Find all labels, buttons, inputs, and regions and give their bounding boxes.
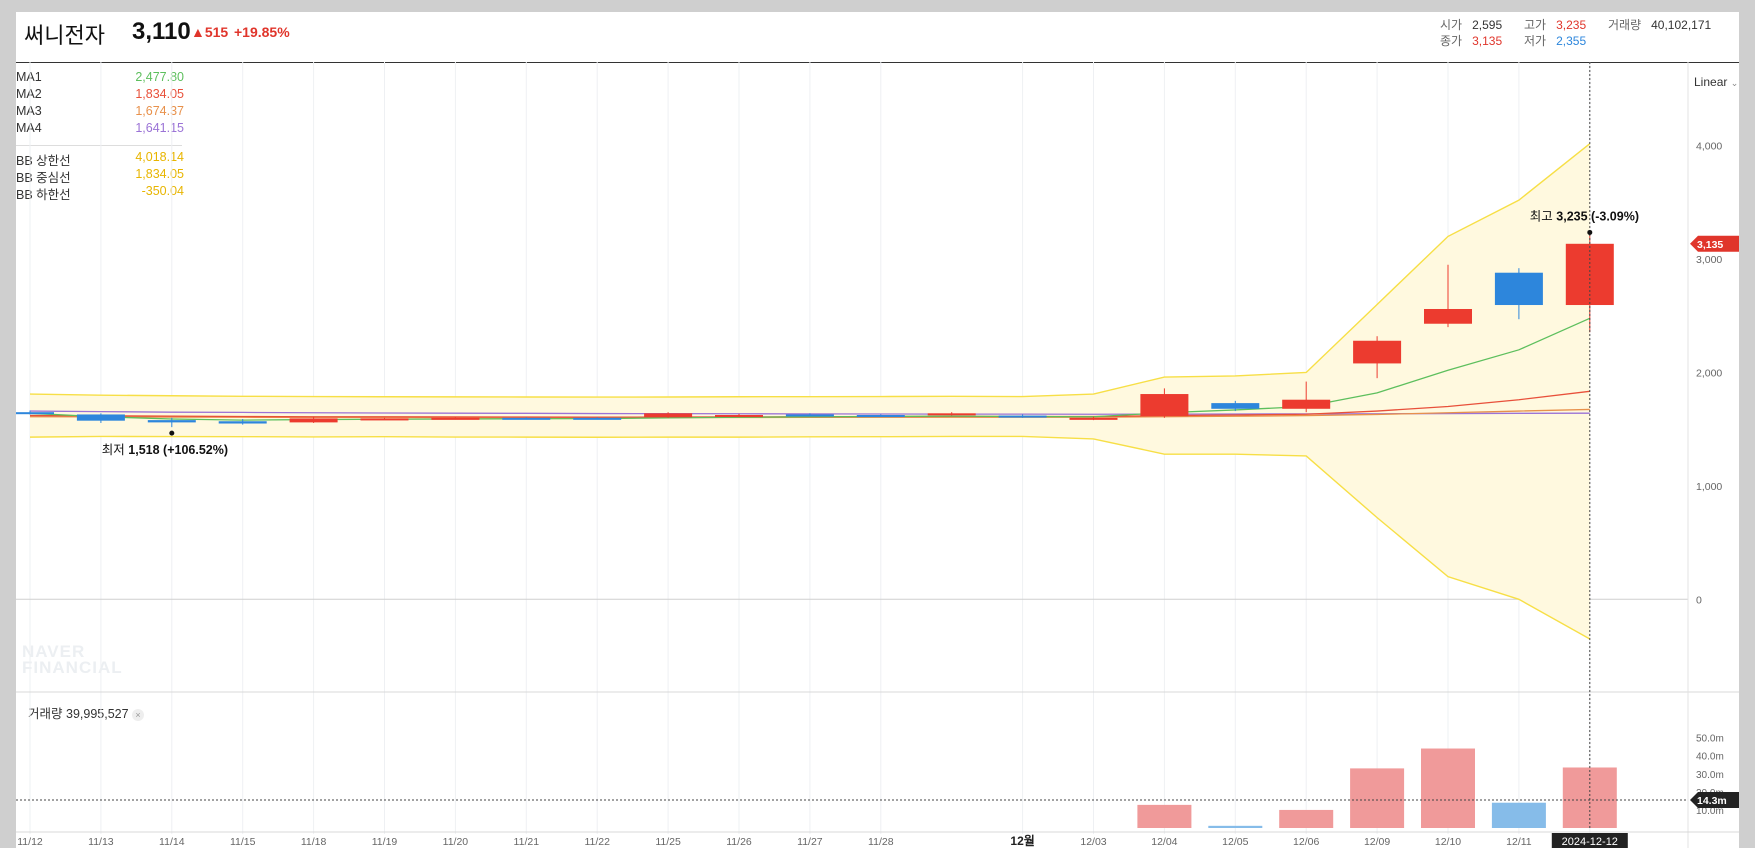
x-tick-label: 11/12 [17, 836, 43, 848]
candle-body [16, 412, 54, 415]
volume-bar [1491, 802, 1546, 828]
x-tick-label: 11/22 [584, 836, 610, 848]
x-tick-label: 2024-12-12 [1562, 836, 1618, 848]
candle-body [785, 414, 834, 417]
y-tick-label: 0 [1696, 594, 1702, 606]
candle-body [1069, 417, 1118, 420]
low-annotation-label: 최저 [102, 443, 125, 457]
x-tick-label: 12/06 [1293, 836, 1319, 848]
candle-body [1494, 272, 1543, 306]
volume-bar [1137, 804, 1192, 828]
low-marker [169, 430, 175, 436]
price-chart: 최고 3,235 (-3.09%) 최저 1,518 (+106.52%) 0 1,0… [16, 62, 1739, 848]
x-tick-label: 11/20 [443, 836, 469, 848]
candle-body [998, 415, 1047, 418]
candle-body [1211, 403, 1260, 409]
y-tick-label: 4,000 [1696, 141, 1722, 153]
x-tick-label: 11/18 [301, 836, 327, 848]
chart-frame: 써니전자 3,110 ▲515 +19.85% 시가 2,595 고가 3,235 … [16, 12, 1739, 848]
x-tick-label: 11/19 [372, 836, 398, 848]
x-tick-label: 12월 [1010, 833, 1034, 848]
x-tick-label: 11/25 [655, 836, 681, 848]
low-annotation: 최저 1,518 (+106.52%) [102, 443, 228, 457]
x-tick-label: 12/04 [1151, 836, 1177, 848]
candle-body [1140, 394, 1189, 417]
y-tick-label: 3,000 [1696, 254, 1722, 266]
candle-body [573, 417, 622, 420]
low-annotation-value: 1,518 [125, 443, 160, 457]
last-price-tag: 3,135 [1697, 239, 1723, 251]
candle-body [289, 418, 338, 423]
x-tick-label: 11/28 [868, 836, 894, 848]
x-tick-label: 11/15 [230, 836, 256, 848]
high-annotation-label: 최고 [1530, 209, 1553, 223]
x-tick-label: 11/26 [726, 836, 752, 848]
volume-bar [1421, 748, 1475, 828]
y-tick-label: 1,000 [1696, 481, 1722, 493]
x-tick-label: 12/05 [1222, 836, 1248, 848]
volume-bar [1279, 809, 1334, 828]
high-annotation: 최고 3,235 (-3.09%) [1530, 209, 1639, 223]
x-tick-label: 11/21 [514, 836, 540, 848]
candle-body [1424, 308, 1472, 324]
candle-body [1353, 340, 1402, 364]
candle-body [856, 415, 905, 418]
high-annotation-pct: (-3.09%) [1588, 209, 1639, 223]
x-tick-label: 12/03 [1080, 836, 1106, 848]
volume-tag: 14.3m [1697, 795, 1727, 807]
volume-bar [1350, 768, 1405, 828]
candle-body [76, 414, 125, 421]
candle-body [218, 421, 267, 424]
x-tick-label: 12/11 [1506, 836, 1532, 848]
x-tick-label: 11/27 [797, 836, 823, 848]
x-tick-label: 11/13 [88, 836, 114, 848]
candle-body [1282, 399, 1331, 409]
high-marker [1587, 229, 1593, 235]
candle-body [644, 413, 693, 418]
volume-tick-label: 40.0m [1696, 752, 1724, 763]
candle-body [927, 413, 976, 416]
x-tick-label: 12/09 [1364, 836, 1390, 848]
high-annotation-value: 3,235 [1553, 209, 1588, 223]
candle-body [431, 417, 480, 420]
candle-body [715, 415, 763, 418]
candle-body [147, 420, 196, 423]
volume-tick-label: 50.0m [1696, 734, 1724, 745]
low-annotation-pct: (+106.52%) [160, 443, 228, 457]
candle-body [502, 417, 551, 420]
x-tick-label: 12/10 [1435, 836, 1461, 848]
volume-tick-label: 30.0m [1696, 770, 1724, 781]
y-tick-label: 2,000 [1696, 367, 1722, 379]
x-tick-label: 11/14 [159, 836, 185, 848]
volume-bar [1208, 825, 1263, 828]
candle-body [360, 418, 409, 421]
